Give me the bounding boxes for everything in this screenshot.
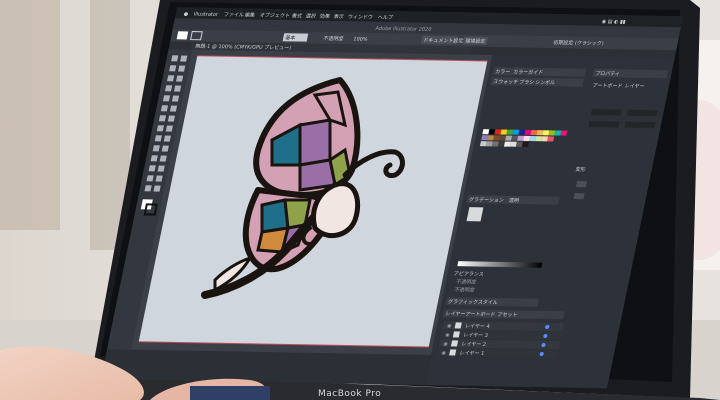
sleeve	[190, 386, 270, 400]
selection-tool-icon[interactable]	[171, 55, 179, 62]
fill-swatch[interactable]	[176, 31, 189, 40]
layer-name-1[interactable]: レイヤー 1	[459, 351, 485, 357]
tab-transparency[interactable]: 透明	[508, 197, 519, 204]
menu-view[interactable]: 表示	[333, 13, 344, 20]
lasso-tool-icon[interactable]	[178, 65, 186, 72]
graph-tool-icon[interactable]	[157, 165, 165, 172]
artboard-tool-icon[interactable]	[146, 175, 154, 182]
direct-selection-tool-icon[interactable]	[180, 55, 188, 62]
menu-window[interactable]: ウィンドウ	[347, 13, 373, 20]
tab-graphic-styles[interactable]: グラフィックスタイル	[447, 298, 498, 306]
pencil-tool-icon[interactable]	[160, 105, 169, 112]
line-tool-icon[interactable]	[173, 85, 182, 92]
tab-layers[interactable]: レイヤー	[445, 311, 466, 317]
free-transform-tool-icon[interactable]	[165, 125, 173, 132]
width-tool-icon[interactable]	[156, 125, 164, 132]
x-field[interactable]	[590, 109, 622, 116]
magic-wand-tool-icon[interactable]	[169, 65, 177, 72]
slice-tool-icon[interactable]	[155, 175, 163, 182]
tab-artboards-lower[interactable]: アートボード	[465, 311, 496, 318]
gradient-preview[interactable]	[466, 207, 484, 222]
opacity-value[interactable]: 100%	[353, 37, 369, 43]
shape-builder-tool-icon[interactable]	[154, 135, 162, 142]
tab-color-guide[interactable]: カラーガイド	[512, 69, 543, 76]
tab-layers-top[interactable]: レイヤー	[624, 84, 645, 90]
perspective-tool-icon[interactable]	[163, 135, 171, 142]
opacity-label: 不透明度	[323, 35, 344, 42]
doc-setup-label: ドキュメント設定	[423, 37, 464, 45]
layers-panel: レイヤー アートボード アセット ◉ レイヤー 4 ◉ レイヤー 3 ◉ レイヤ…	[436, 309, 565, 359]
rotate-tool-icon[interactable]	[158, 115, 167, 122]
zoom-tool-icon[interactable]	[153, 185, 161, 192]
h-field[interactable]	[624, 121, 656, 129]
transform-heading: 変形	[575, 166, 586, 173]
tab-gradient[interactable]: グラデーション	[468, 196, 504, 204]
symbol-sprayer-tool-icon[interactable]	[148, 165, 156, 172]
paintbrush-tool-icon[interactable]	[171, 95, 180, 102]
window-title: Adobe Illustrator 2020	[375, 26, 432, 33]
menu-edit[interactable]: 編集	[244, 11, 255, 18]
curvature-tool-icon[interactable]	[176, 75, 184, 82]
style-label: 基本	[285, 34, 296, 41]
status-icons: ◉ ▤ ◐ ▮▮	[601, 19, 626, 25]
layer-name-3[interactable]: レイヤー 3	[463, 333, 489, 339]
w-field[interactable]	[588, 121, 620, 128]
hand-tool-icon[interactable]	[144, 185, 152, 192]
layer-name-2[interactable]: レイヤー 2	[461, 342, 487, 348]
eraser-tool-icon[interactable]	[169, 105, 178, 112]
appearance-row-2[interactable]: 不透明度	[454, 286, 475, 293]
menu-type[interactable]: 書式	[291, 12, 302, 19]
pen-tool-icon[interactable]	[167, 75, 175, 82]
rectangle-tool-icon[interactable]	[162, 95, 171, 102]
appearance-heading: アピアランス	[453, 271, 484, 277]
menu-object[interactable]: オブジェクト	[259, 12, 290, 19]
tab-brushes[interactable]: ブラシ	[518, 79, 534, 86]
blend-tool-icon[interactable]	[159, 155, 167, 162]
appearance-row-1[interactable]: 不透明度	[455, 278, 476, 285]
app-menu[interactable]: Illustrator	[193, 12, 219, 18]
layer-name-4[interactable]: レイヤー 4	[464, 324, 490, 330]
y-field[interactable]	[626, 109, 658, 117]
tab-swatches[interactable]: スウォッチ	[492, 78, 518, 85]
type-tool-icon[interactable]	[164, 85, 173, 92]
menu-file[interactable]: ファイル	[223, 12, 244, 18]
menu-help[interactable]: ヘルプ	[377, 15, 393, 21]
constrain-icon[interactable]	[573, 193, 585, 200]
menu-effect[interactable]: 効果	[319, 13, 330, 20]
prefs-label: 環境設定	[465, 38, 486, 45]
tab-symbols[interactable]: シンボル	[534, 79, 555, 86]
transform-ref-icon[interactable]	[575, 181, 588, 188]
tab-properties[interactable]: プロパティ	[594, 71, 620, 77]
mesh-tool-icon[interactable]	[152, 145, 160, 152]
laptop-photo: MacBook Pro ● Illustrator ファイル 編集 オブジェクト…	[0, 0, 720, 400]
scale-tool-icon[interactable]	[167, 115, 176, 122]
laptop-model-label: MacBook Pro	[318, 389, 381, 399]
eyedropper-tool-icon[interactable]	[150, 155, 158, 162]
workspace-switcher[interactable]: 初期設定 (クラシック)	[553, 39, 605, 47]
tab-color[interactable]: カラー	[494, 69, 510, 75]
menu-select[interactable]: 選択	[305, 13, 316, 20]
tab-assets[interactable]: アセット	[497, 312, 518, 318]
gradient-tool-icon[interactable]	[161, 145, 169, 152]
tab-artboards[interactable]: アートボード	[592, 82, 623, 89]
